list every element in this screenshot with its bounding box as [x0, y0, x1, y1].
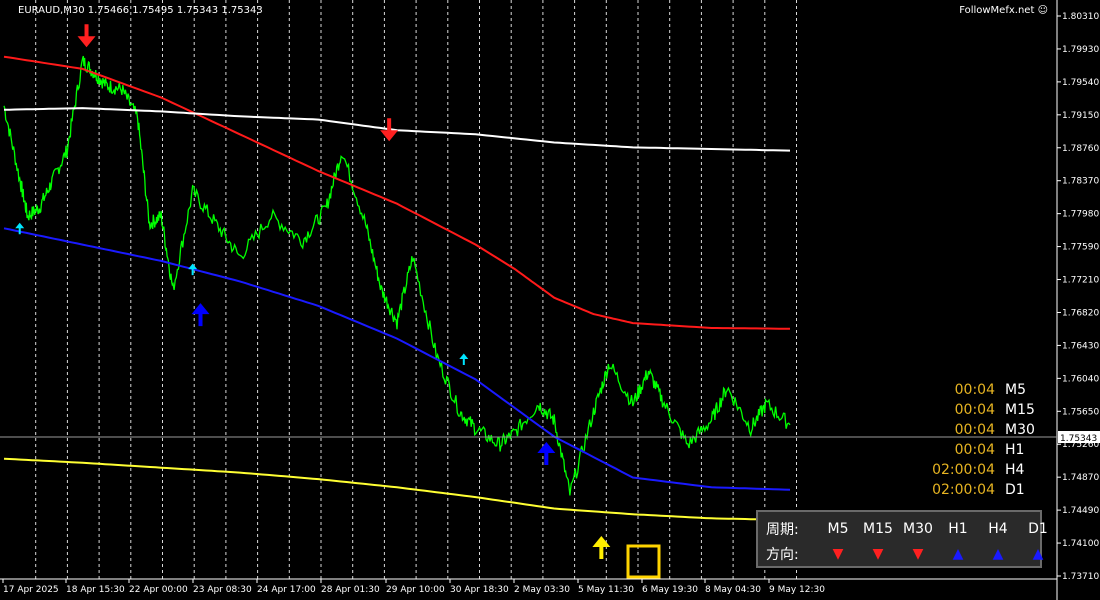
- y-tick-label: 1.74490: [1062, 506, 1099, 516]
- x-tick-label: 17 Apr 2025: [3, 585, 59, 595]
- smiley-icon: ☺: [1037, 5, 1048, 16]
- x-tick-label: 24 Apr 17:00: [257, 585, 316, 595]
- timer-tf: M30: [1005, 422, 1035, 438]
- direction-label: 方向:: [766, 547, 799, 563]
- y-tick-label: 1.75650: [1062, 407, 1099, 417]
- x-tick-label: 9 May 12:30: [769, 585, 825, 595]
- x-tick-label: 28 Apr 01:30: [321, 585, 380, 595]
- direction-panel: 周期: M5 M15 M30 H1 H4 D1 方向: ▼ ▼ ▼ ▲ ▲ ▲: [756, 510, 1048, 568]
- period-row: 周期: M5 M15 M30 H1 H4 D1: [766, 519, 1058, 539]
- x-tick-label: 2 May 03:30: [514, 585, 570, 595]
- timer-value: 02:00:04: [932, 482, 995, 498]
- timer-row: 00:04 M30: [905, 420, 1055, 440]
- y-tick-label: 1.74870: [1062, 473, 1099, 483]
- chart-title: EURAUD,M30 1.75466 1.75495 1.75343 1.753…: [18, 5, 263, 16]
- y-tick-label: 1.77980: [1062, 210, 1099, 220]
- brand-label: FollowMefx.net ☺: [959, 5, 1048, 16]
- y-tick-label: 1.79150: [1062, 111, 1099, 121]
- timer-value: 00:04: [954, 442, 995, 458]
- direction-m5-icon: ▼: [832, 546, 844, 562]
- y-tick-label: 1.74100: [1062, 539, 1099, 549]
- timer-row: 00:04 H1: [905, 440, 1055, 460]
- y-tick-label: 1.73710: [1062, 572, 1099, 582]
- timer-tf: M5: [1005, 382, 1026, 398]
- direction-m15-icon: ▼: [872, 546, 884, 562]
- period-d1: D1: [1028, 521, 1048, 537]
- timer-panel: 00:04 M5 00:04 M15 00:04 M30 00:04 H1 02:00:…: [905, 380, 1055, 500]
- x-tick-label: 5 May 11:30: [578, 585, 634, 595]
- timer-row: 00:04 M5: [905, 380, 1055, 400]
- timer-row: 00:04 M15: [905, 400, 1055, 420]
- x-tick-label: 18 Apr 15:30: [66, 585, 125, 595]
- direction-row: 方向: ▼ ▼ ▼ ▲ ▲ ▲: [766, 544, 1058, 564]
- period-m5: M5: [827, 521, 849, 537]
- timer-value: 00:04: [954, 402, 995, 418]
- y-tick-label: 1.76820: [1062, 308, 1099, 318]
- price-label-text: 1.75343: [1060, 434, 1097, 444]
- period-label: 周期:: [766, 522, 799, 538]
- y-tick-label: 1.78760: [1062, 144, 1099, 154]
- direction-d1-icon: ▲: [1032, 546, 1044, 562]
- x-tick-label: 8 May 04:30: [705, 585, 761, 595]
- y-tick-label: 1.77590: [1062, 243, 1099, 253]
- x-tick-label: 22 Apr 00:00: [129, 585, 188, 595]
- timer-tf: D1: [1005, 482, 1025, 498]
- timer-value: 00:04: [954, 382, 995, 398]
- period-h1: H1: [948, 521, 968, 537]
- timer-row: 02:00:04 D1: [905, 480, 1055, 500]
- x-tick-label: 30 Apr 18:30: [450, 585, 509, 595]
- period-m15: M15: [863, 521, 893, 537]
- period-m30: M30: [903, 521, 933, 537]
- y-tick-label: 1.80310: [1062, 12, 1099, 22]
- period-h4: H4: [988, 521, 1008, 537]
- direction-m30-icon: ▼: [912, 546, 924, 562]
- timer-tf: H4: [1005, 462, 1025, 478]
- y-tick-label: 1.76430: [1062, 341, 1099, 351]
- y-tick-label: 1.77210: [1062, 276, 1099, 286]
- timer-row: 02:00:04 H4: [905, 460, 1055, 480]
- brand-text: FollowMefx.net: [959, 5, 1035, 16]
- direction-h1-icon: ▲: [952, 546, 964, 562]
- direction-h4-icon: ▲: [992, 546, 1004, 562]
- y-tick-label: 1.79540: [1062, 78, 1099, 88]
- y-tick-label: 1.76040: [1062, 374, 1099, 384]
- x-tick-label: 23 Apr 08:30: [193, 585, 252, 595]
- timer-tf: H1: [1005, 442, 1025, 458]
- timer-value: 00:04: [954, 422, 995, 438]
- y-tick-label: 1.79930: [1062, 45, 1099, 55]
- x-tick-label: 29 Apr 10:00: [386, 585, 445, 595]
- y-tick-label: 1.78370: [1062, 177, 1099, 187]
- timer-tf: M15: [1005, 402, 1035, 418]
- timer-value: 02:00:04: [932, 462, 995, 478]
- x-tick-label: 6 May 19:30: [642, 585, 698, 595]
